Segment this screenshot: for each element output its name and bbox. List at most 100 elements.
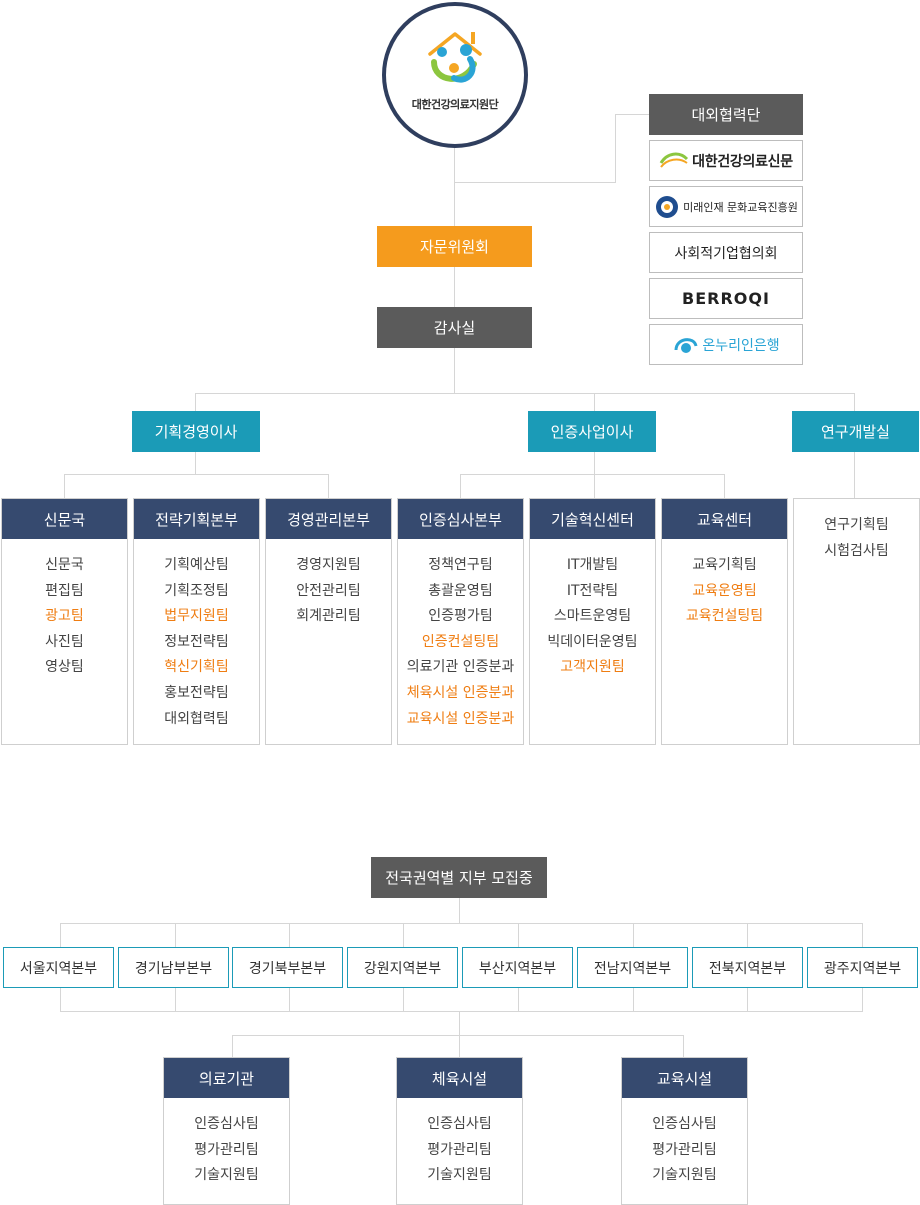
region-box: 전남지역본부 [577, 947, 688, 988]
team-item: 인증컨설팅팀 [421, 633, 500, 650]
team-list: 정책연구팀총괄운영팀인증평가팀인증컨설팅팀의료기관 인증분과체육시설 인증분과교… [398, 539, 523, 732]
facility-sports-column: 체육시설인증심사팀평가관리팀기술지원팀 [396, 1057, 523, 1205]
dept-education-column: 교육센터교육기획팀교육운영팀교육컨설팅팀 [661, 498, 788, 745]
region-box: 부산지역본부 [462, 947, 573, 988]
team-list: 인증심사팀평가관리팀기술지원팀 [397, 1098, 522, 1189]
advisory-committee-box: 자문위원회 [377, 226, 532, 267]
khmnews-logo-icon [659, 152, 689, 168]
dept-research-column: 연구기획팀시험검사팀 [793, 498, 920, 745]
mirae-logo-icon [656, 195, 679, 218]
region-box: 경기남부본부 [118, 947, 229, 988]
partner-onnuri: 온누리인은행 [649, 324, 803, 365]
team-item: 고객지원팀 [560, 659, 625, 676]
team-item: 기술지원팀 [194, 1167, 259, 1184]
team-item: 정보전략팀 [164, 633, 229, 650]
facility-title: 체육시설 [397, 1058, 522, 1098]
team-item: 기획조정팀 [164, 582, 229, 599]
logo-name: 대한건강의료지원단 [411, 98, 499, 111]
director-planning: 기획경영이사 [132, 411, 260, 452]
team-item: 빅데이터운영팀 [547, 633, 638, 650]
team-item: 홍보전략팀 [164, 684, 229, 701]
team-item: 회계관리팀 [296, 608, 361, 625]
team-item: 교육컨설팅팀 [685, 608, 764, 625]
team-item: 편집팀 [45, 582, 84, 599]
team-list: 신문국편집팀광고팀사진팀영상팀 [2, 539, 127, 681]
team-item: 경영지원팀 [296, 557, 361, 573]
partner-mirae: 미래인재 문화교육진흥원 [649, 186, 803, 227]
team-item: 인증평가팀 [428, 608, 493, 625]
house-people-icon [428, 32, 482, 83]
department-title: 교육센터 [662, 499, 787, 539]
department-title: 인증심사본부 [398, 499, 523, 539]
team-item: 체육시설 인증분과 [406, 684, 515, 701]
team-list: IT개발팀 IT전략팀스마트운영팀빅데이터운영팀고객지원팀 [530, 539, 655, 681]
team-item: 혁신기획팀 [164, 659, 229, 676]
team-item: 사진팀 [45, 633, 84, 650]
team-item: 교육기획팀 [692, 557, 757, 573]
partner-khmnews: 대한건강의료신문 [649, 140, 803, 181]
team-list: 인증심사팀평가관리팀기술지원팀 [164, 1098, 289, 1189]
team-item: 안전관리팀 [296, 582, 361, 599]
facility-title: 의료기관 [164, 1058, 289, 1098]
partner-name: 온누리인은행 [702, 337, 780, 354]
team-item: 정책연구팀 [428, 557, 493, 573]
external-cooperation-box: 대외협력단 [649, 94, 803, 135]
team-item: 평가관리팀 [194, 1141, 259, 1158]
region-box: 광주지역본부 [807, 947, 918, 988]
team-item: IT개발팀 [566, 557, 619, 573]
team-item: 인증심사팀 [427, 1116, 492, 1132]
dept-certification-column: 인증심사본부정책연구팀총괄운영팀인증평가팀인증컨설팅팀의료기관 인증분과체육시설… [397, 498, 524, 745]
team-item: 인증심사팀 [652, 1116, 717, 1132]
team-list: 기획예산팀기획조정팀법무지원팀정보전략팀혁신기획팀홍보전략팀대외협력팀 [134, 539, 259, 732]
facility-medical-column: 의료기관인증심사팀평가관리팀기술지원팀 [163, 1057, 290, 1205]
team-list: 연구기획팀시험검사팀 [794, 499, 919, 564]
team-item: 교육운영팀 [692, 582, 757, 599]
team-item: 법무지원팀 [164, 608, 229, 625]
team-item: 인증심사팀 [194, 1116, 259, 1132]
director-research: 연구개발실 [792, 411, 919, 452]
team-item: 시험검사팀 [824, 542, 889, 559]
region-box: 강원지역본부 [347, 947, 458, 988]
team-item: 영상팀 [45, 659, 84, 676]
team-list: 교육기획팀교육운영팀교육컨설팅팀 [662, 539, 787, 630]
region-box: 서울지역본부 [3, 947, 114, 988]
department-title: 기술혁신센터 [530, 499, 655, 539]
team-item: 총괄운영팀 [428, 582, 493, 599]
team-list: 인증심사팀평가관리팀기술지원팀 [622, 1098, 747, 1189]
audit-office-box: 감사실 [377, 307, 532, 348]
team-item: 평가관리팀 [652, 1141, 717, 1158]
dept-tech-column: 기술혁신센터 IT개발팀 IT전략팀스마트운영팀빅데이터운영팀고객지원팀 [529, 498, 656, 745]
department-title: 전략기획본부 [134, 499, 259, 539]
facility-title: 교육시설 [622, 1058, 747, 1098]
partner-name: 사회적기업협의회 [674, 245, 778, 262]
team-item: 신문국 [45, 557, 84, 573]
partner-name: BERROQI [682, 289, 770, 308]
team-list: 경영지원팀안전관리팀회계관리팀 [266, 539, 391, 630]
partner-berroqi: BERROQI [649, 278, 803, 319]
team-item: 기획예산팀 [164, 557, 229, 573]
partner-social-enterprise: 사회적기업협의회 [649, 232, 803, 273]
team-item: 평가관리팀 [427, 1141, 492, 1158]
team-item: 대외협력팀 [164, 710, 229, 727]
team-item: 기술지원팀 [427, 1167, 492, 1184]
onnuri-logo-icon [674, 337, 698, 353]
department-title: 신문국 [2, 499, 127, 539]
team-item: 의료기관 인증분과 [406, 659, 515, 676]
team-item: 교육시설 인증분과 [406, 710, 515, 727]
department-title: 경영관리본부 [266, 499, 391, 539]
team-item: 기술지원팀 [652, 1167, 717, 1184]
team-item: 스마트운영팀 [553, 608, 632, 625]
branch-recruit-box: 전국권역별 지부 모집중 [371, 857, 547, 898]
team-item: 광고팀 [45, 608, 84, 625]
region-box: 전북지역본부 [692, 947, 803, 988]
region-box: 경기북부본부 [232, 947, 343, 988]
team-item: 연구기획팀 [824, 517, 889, 533]
partner-name: 미래인재 문화교육진흥원 [683, 200, 798, 214]
team-item: IT전략팀 [566, 582, 619, 599]
director-certification: 인증사업이사 [528, 411, 656, 452]
dept-management-column: 경영관리본부경영지원팀안전관리팀회계관리팀 [265, 498, 392, 745]
partner-name: 대한건강의료신문 [692, 153, 793, 170]
dept-newsroom-column: 신문국 신문국 편집팀 광고팀 사진팀 영상팀 [1, 498, 128, 745]
facility-education-column: 교육시설인증심사팀평가관리팀기술지원팀 [621, 1057, 748, 1205]
organization-logo: 대한건강의료지원단 [382, 2, 528, 148]
